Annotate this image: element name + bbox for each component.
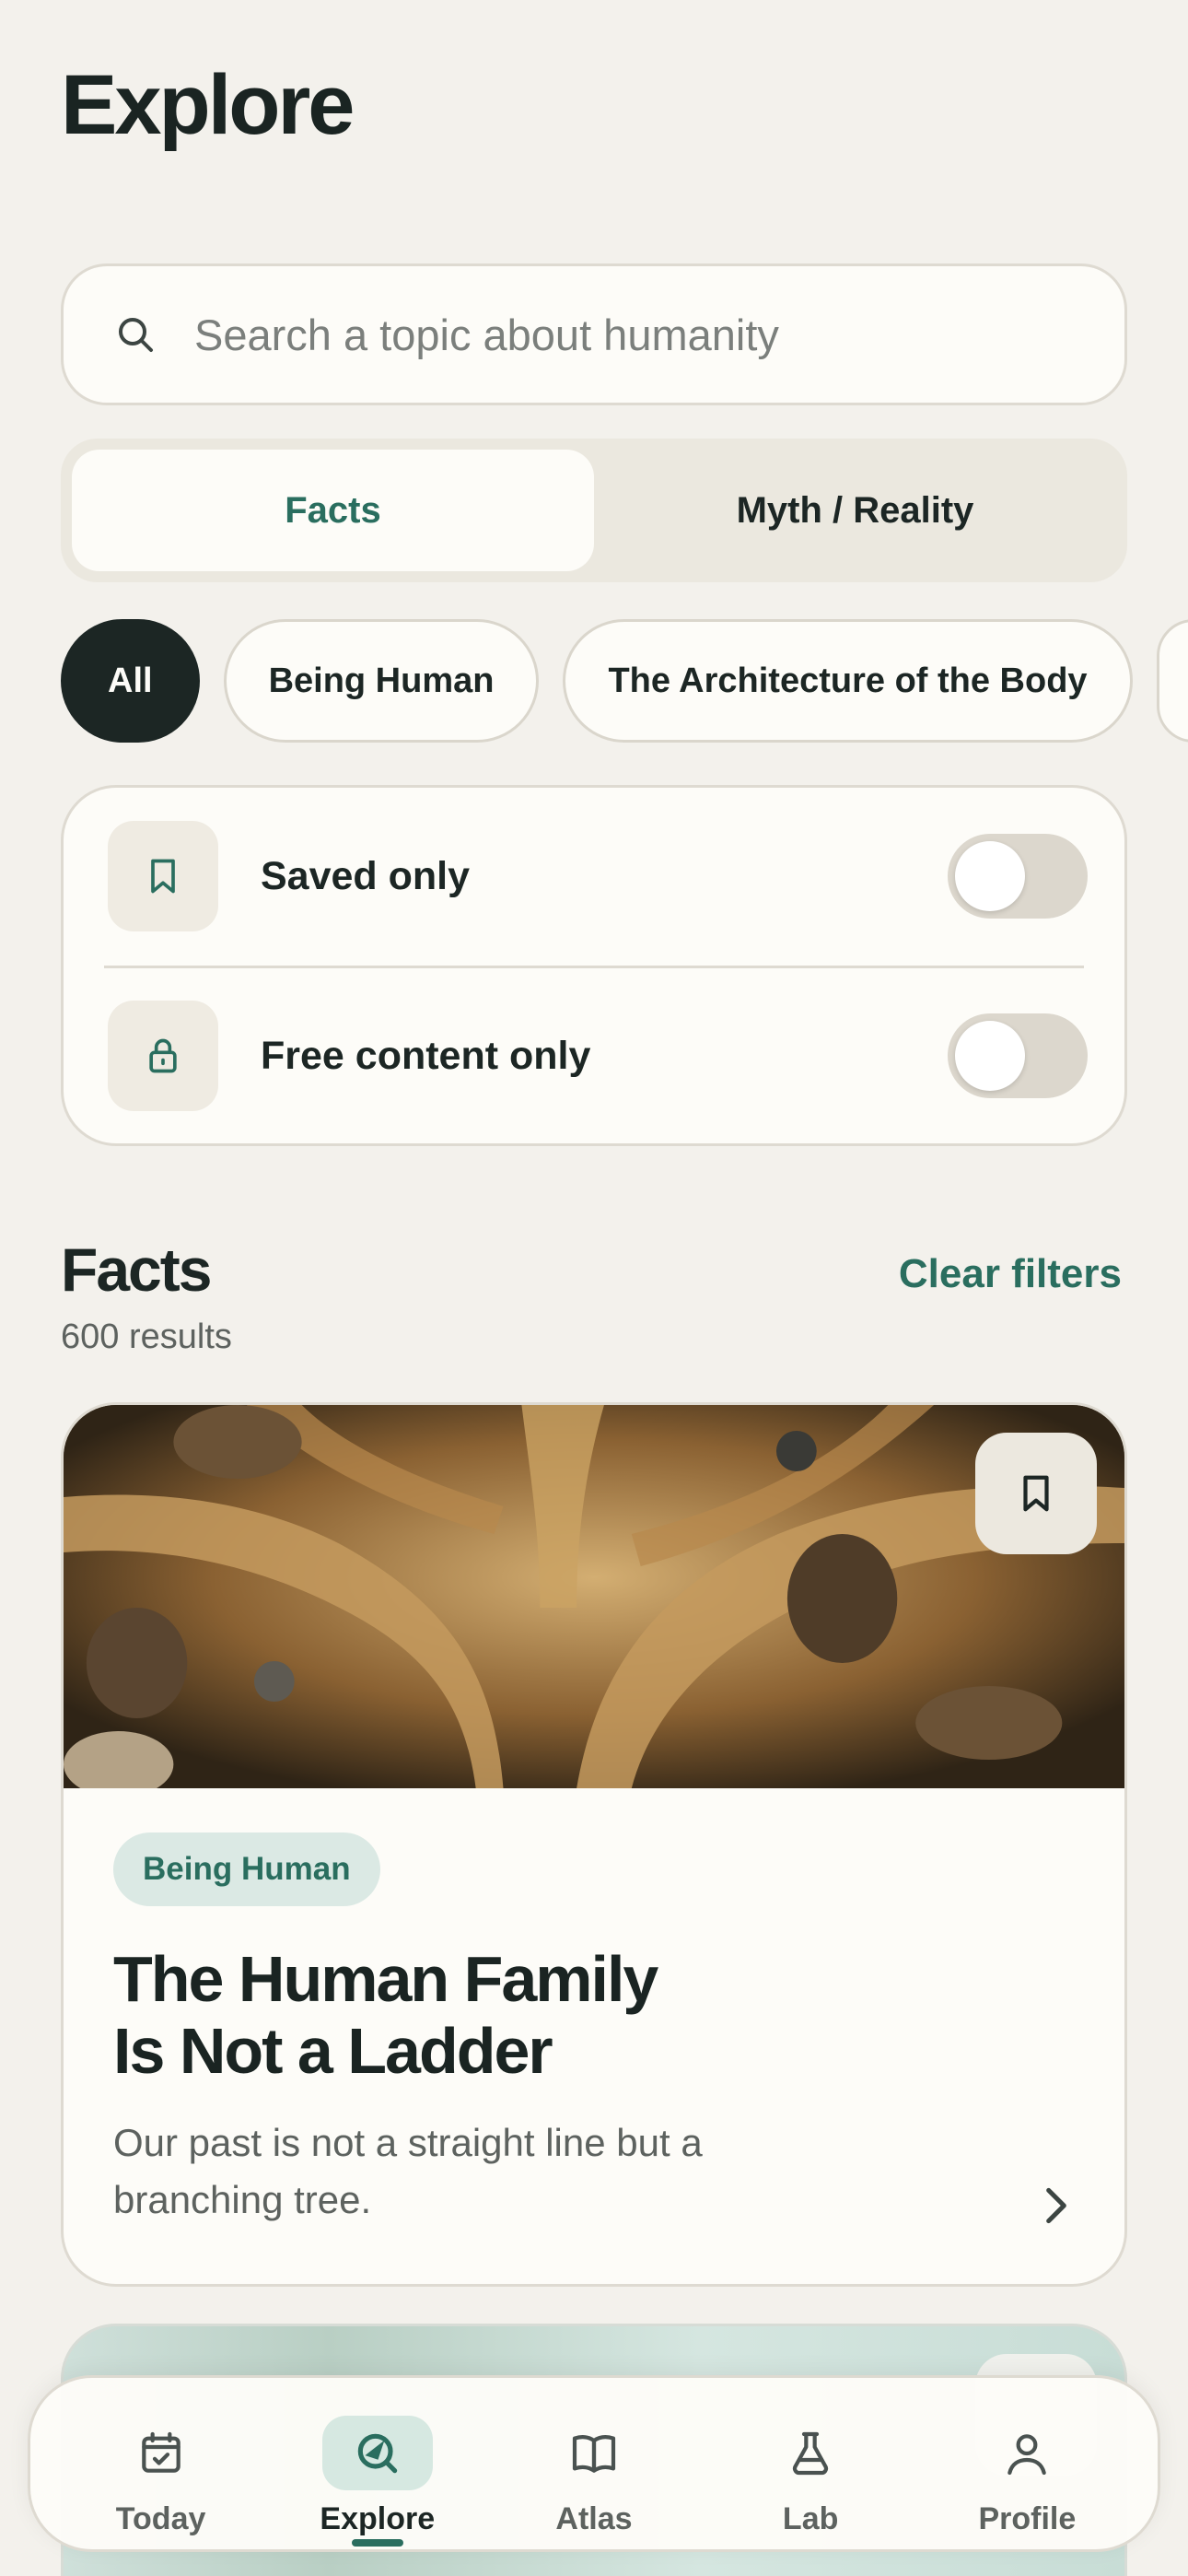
person-icon [972,2416,1082,2490]
filter-row-free: Free content only [108,1001,1088,1111]
calendar-check-icon [106,2416,216,2490]
section-title: Facts [61,1235,212,1304]
chip-all[interactable]: All [61,619,200,743]
flask-icon [755,2416,866,2490]
free-content-only-toggle[interactable] [948,1013,1088,1098]
content-type-segmented-control: Facts Myth / Reality [61,439,1127,582]
active-tab-indicator [351,2539,403,2547]
free-content-only-label: Free content only [261,1033,591,1078]
clear-filters-link[interactable]: Clear filters [899,1251,1122,1297]
fact-card[interactable]: Being Human The Human Family Is Not a La… [61,1402,1127,2287]
segment-myth-reality[interactable]: Myth / Reality [594,450,1116,571]
tab-atlas[interactable]: Atlas [502,2390,686,2537]
tab-today[interactable]: Today [69,2390,253,2537]
filter-row-saved: Saved only [108,821,1088,931]
bookmark-icon [1023,1475,1049,1512]
search-icon [119,318,153,352]
card-title: The Human Family Is Not a Ladder [113,1943,850,2087]
tab-profile[interactable]: Profile [935,2390,1119,2537]
chip-overflow[interactable] [1156,619,1188,743]
page-title: Explore [61,58,355,152]
chevron-right-icon [1046,2187,1066,2224]
category-tag: Being Human [113,1832,380,1906]
bookmark-icon [108,821,218,931]
search-input[interactable]: Search a topic about humanity [61,263,1127,405]
explore-screen: Explore Search a topic about humanity Fa… [0,0,1188,2576]
card-bookmark-button[interactable] [975,1433,1097,1554]
bottom-tab-bar: Today Explore Atlas Lab Profile [28,2375,1160,2552]
search-placeholder: Search a topic about humanity [194,310,779,359]
saved-only-label: Saved only [261,853,471,898]
book-open-icon [539,2416,649,2490]
tab-label: Lab [782,2501,839,2536]
saved-only-toggle[interactable] [948,834,1088,919]
card-image [64,1405,1124,1788]
tab-label: Profile [978,2501,1077,2536]
results-count: 600 results [61,1317,232,1356]
card-title-line1: The Human Family [113,1943,658,2015]
tab-explore[interactable]: Explore [285,2390,470,2547]
card-subtitle: Our past is not a straight line but a br… [113,2121,703,2221]
tab-label: Explore [320,2501,436,2536]
toggle-knob [955,1021,1025,1091]
filters-panel: Saved only Free content only [61,785,1127,1146]
card-title-line2: Is Not a Ladder [113,2015,553,2087]
tab-label: Atlas [555,2501,633,2536]
tab-label: Today [115,2501,206,2536]
lock-icon [108,1001,218,1111]
segment-facts[interactable]: Facts [72,450,594,571]
chip-being-human[interactable]: Being Human [223,619,540,743]
explore-search-icon [321,2416,433,2490]
tab-lab[interactable]: Lab [718,2390,903,2537]
category-chips: All Being Human The Architecture of the … [61,619,1188,743]
chip-architecture-of-the-body[interactable]: The Architecture of the Body [563,619,1133,743]
toggle-knob [955,841,1025,911]
divider [104,966,1084,968]
